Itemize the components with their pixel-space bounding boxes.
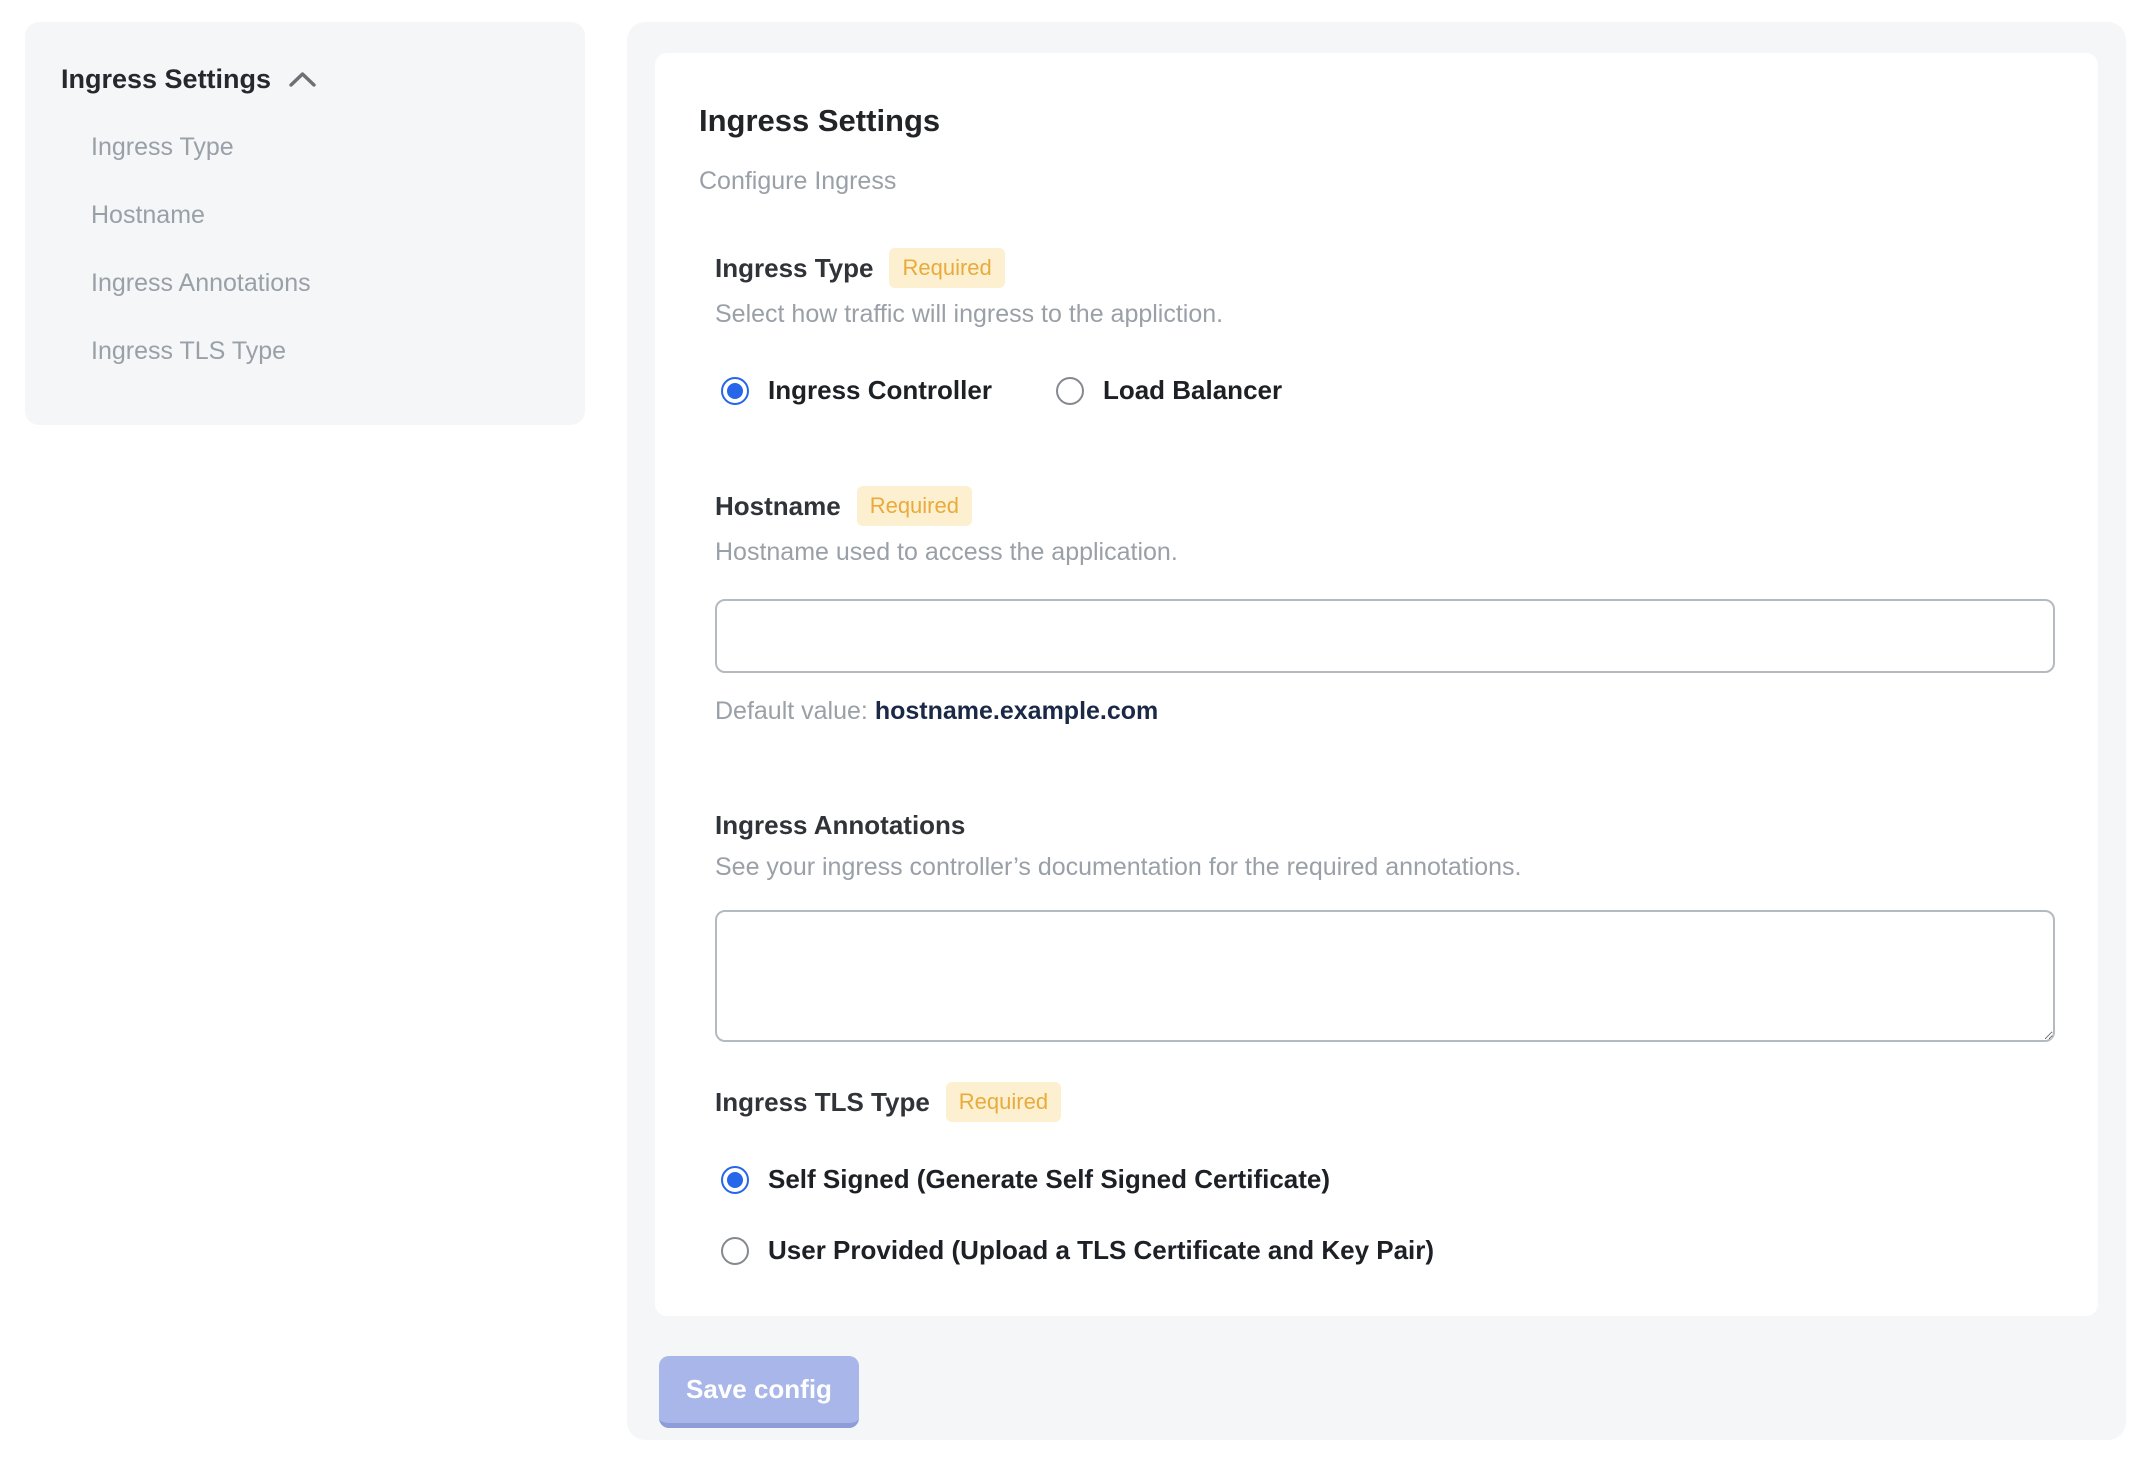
page-title: Ingress Settings — [699, 103, 941, 138]
ingress-settings-panel: Ingress Settings Configure Ingress Ingre… — [627, 22, 2126, 1440]
required-badge: Required — [856, 486, 972, 526]
sidebar-item-ingress-tls-type[interactable]: Ingress TLS Type — [59, 317, 551, 385]
radio-option-ingress-controller[interactable]: Ingress Controller — [721, 375, 992, 406]
radio-option-self-signed[interactable]: Self Signed (Generate Self Signed Certif… — [721, 1164, 2054, 1195]
save-config-button[interactable]: Save config — [659, 1356, 859, 1428]
hostname-section: Hostname Required Hostname used to acces… — [715, 486, 2055, 726]
page-subtitle: Configure Ingress — [699, 167, 897, 195]
default-value-text: hostname.example.com — [874, 697, 1159, 725]
ingress-tls-type-label: Ingress TLS Type — [715, 1086, 930, 1117]
ingress-type-section: Ingress Type Required Select how traffic… — [715, 248, 2054, 406]
hostname-help: Hostname used to access the application. — [715, 538, 1178, 566]
ingress-type-help: Select how traffic will ingress to the a… — [715, 300, 1224, 328]
ingress-settings-card: Ingress Settings Configure Ingress Ingre… — [655, 53, 2098, 1316]
hostname-label: Hostname — [715, 490, 841, 521]
ingress-annotations-section: Ingress Annotations See your ingress con… — [715, 810, 2055, 1042]
default-value-prefix: Default value: — [715, 697, 875, 725]
radio-option-label: User Provided (Upload a TLS Certificate … — [768, 1235, 1435, 1265]
radio-option-load-balancer[interactable]: Load Balancer — [1055, 375, 1283, 406]
required-badge: Required — [945, 1082, 1062, 1122]
sidebar-section-header[interactable]: Ingress Settings — [59, 62, 551, 97]
radio-option-label: Load Balancer — [1102, 375, 1283, 405]
ingress-annotations-textarea[interactable] — [715, 910, 2055, 1042]
ingress-type-radio-group: Ingress Controller Load Balancer — [721, 375, 2054, 406]
ingress-annotations-label: Ingress Annotations — [715, 810, 966, 840]
radio-option-label: Self Signed (Generate Self Signed Certif… — [768, 1164, 1331, 1194]
sidebar-nav: Ingress Type Hostname Ingress Annotation… — [59, 113, 551, 385]
ingress-tls-type-section: Ingress TLS Type Required Self Signed (G… — [715, 1082, 2054, 1266]
radio-selected-icon[interactable] — [721, 376, 749, 405]
sidebar-item-ingress-annotations[interactable]: Ingress Annotations — [59, 249, 551, 317]
ingress-type-label: Ingress Type — [715, 252, 874, 283]
hostname-input[interactable] — [715, 599, 2055, 673]
ingress-tls-radio-group: Self Signed (Generate Self Signed Certif… — [721, 1164, 2054, 1266]
hostname-default-line: Default value: hostname.example.com — [715, 697, 2054, 726]
radio-option-user-provided[interactable]: User Provided (Upload a TLS Certificate … — [721, 1235, 2054, 1266]
radio-selected-icon[interactable] — [721, 1165, 749, 1194]
chevron-up-icon[interactable] — [287, 66, 318, 97]
radio-option-label: Ingress Controller — [768, 375, 992, 405]
ingress-settings-form: Ingress Type Required Select how traffic… — [715, 248, 2055, 1266]
sidebar-section-title: Ingress Settings — [61, 64, 272, 94]
sidebar-item-hostname[interactable]: Hostname — [59, 181, 551, 249]
required-badge: Required — [889, 248, 1005, 288]
radio-unselected-icon[interactable] — [1055, 376, 1084, 405]
radio-unselected-icon[interactable] — [721, 1236, 749, 1265]
sidebar-item-ingress-type[interactable]: Ingress Type — [59, 113, 551, 181]
ingress-annotations-help: See your ingress controller’s documentat… — [715, 853, 1522, 881]
ingress-settings-sidebar: Ingress Settings Ingress Type Hostname I… — [25, 22, 585, 425]
